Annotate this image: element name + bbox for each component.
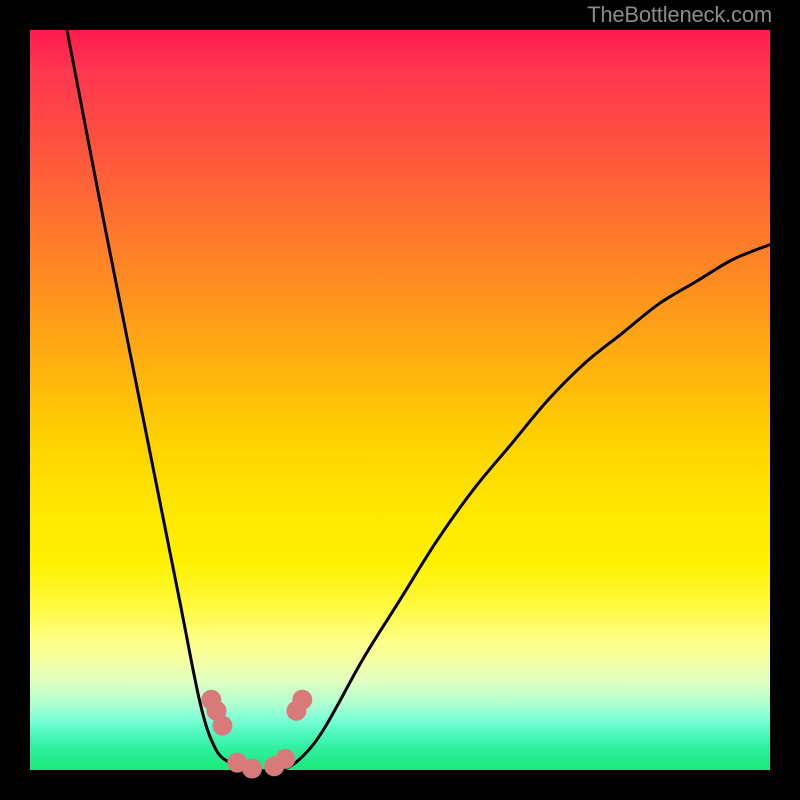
data-marker [242,759,262,779]
chart-svg [30,30,770,770]
marker-group [201,690,312,779]
data-marker [275,749,295,769]
data-marker [212,716,232,736]
watermark-text: TheBottleneck.com [587,2,772,28]
data-marker [292,690,312,710]
curve-right-arm [252,245,770,771]
curve-left-arm [67,30,252,770]
